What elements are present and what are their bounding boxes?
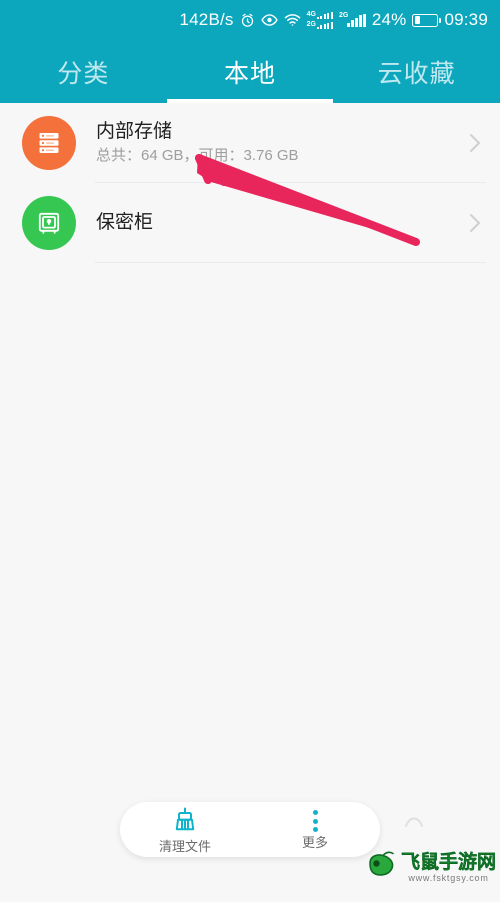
wifi-icon [284,13,301,27]
more-label: 更多 [301,835,328,850]
safe-lock-icon [22,196,76,250]
status-bar-right-group: 142B/s 4G 2G 2G 24% 09:39 [180,10,489,30]
watermark-site-name: 飞鼠手游网 [400,851,496,873]
sim-4g-bars [316,12,333,20]
tab-local[interactable]: 本地 [166,40,334,103]
tab-categories[interactable]: 分类 [0,40,167,103]
alarm-clock-icon [240,13,255,28]
tab-cloud-favorites-label: 云收藏 [377,59,456,88]
list-item-safe[interactable]: 保密柜 [0,183,500,263]
battery-fill [414,15,421,25]
green-mouse-icon [364,850,398,885]
internal-storage-subtitle: 总共：64 GB，可用：3.76 GB [96,147,299,164]
more-button[interactable]: 更多 [250,809,380,850]
battery-percent-label: 24% [371,10,407,29]
sim-4g-label: 4G [306,11,316,19]
sim-2g-label: 2G [306,20,316,28]
internal-storage-title: 内部存储 [96,121,173,142]
battery-icon [412,13,442,27]
watermark-text: 飞鼠手游网 www.fsktgsy.com [400,851,496,883]
safe-text: 保密柜 [76,212,464,234]
watermark-url: www.fsktgsy.com [408,872,489,883]
clean-files-button[interactable]: 清理文件 [120,806,250,854]
safe-title: 保密柜 [96,212,154,233]
top-tab-bar: 分类 本地 云收藏 [0,40,500,103]
clock-label: 09:39 [444,10,488,29]
chevron-right-icon [464,212,486,234]
tab-categories-label: 分类 [57,59,110,88]
network-speed-label: 142B/s [179,10,234,29]
bottom-action-pill: 清理文件 更多 [120,802,380,857]
tab-cloud-favorites[interactable]: 云收藏 [333,40,500,103]
clean-files-label: 清理文件 [158,838,211,854]
server-storage-icon [22,116,76,170]
storage-list: 内部存储 总共：64 GB，可用：3.76 GB 保密柜 [0,103,500,263]
partial-hidden-icon [405,817,423,827]
sim-2g-bars [316,21,333,29]
sim-4g-row: 4G [306,11,333,20]
tab-local-label: 本地 [224,59,277,88]
signal-2g-icon: 2G [339,12,366,27]
bottom-bar: 清理文件 更多 飞鼠手游网 www.fsktgsy.com [0,782,500,889]
status-bar: 142B/s 4G 2G 2G 24% 09:39 [0,0,500,40]
watermark: 飞鼠手游网 www.fsktgsy.com [364,850,496,885]
chevron-right-icon [464,132,486,154]
signal-2g-bars [347,13,366,27]
more-vertical-dots-icon [312,809,318,833]
dual-sim-4g-2g-icon: 4G 2G [307,11,333,29]
eye-icon [260,13,278,27]
sim-2g-row: 2G [307,21,333,29]
internal-storage-text: 内部存储 总共：64 GB，可用：3.76 GB [76,121,464,165]
list-item-internal-storage[interactable]: 内部存储 总共：64 GB，可用：3.76 GB [0,103,500,183]
broom-clean-icon [172,806,198,837]
